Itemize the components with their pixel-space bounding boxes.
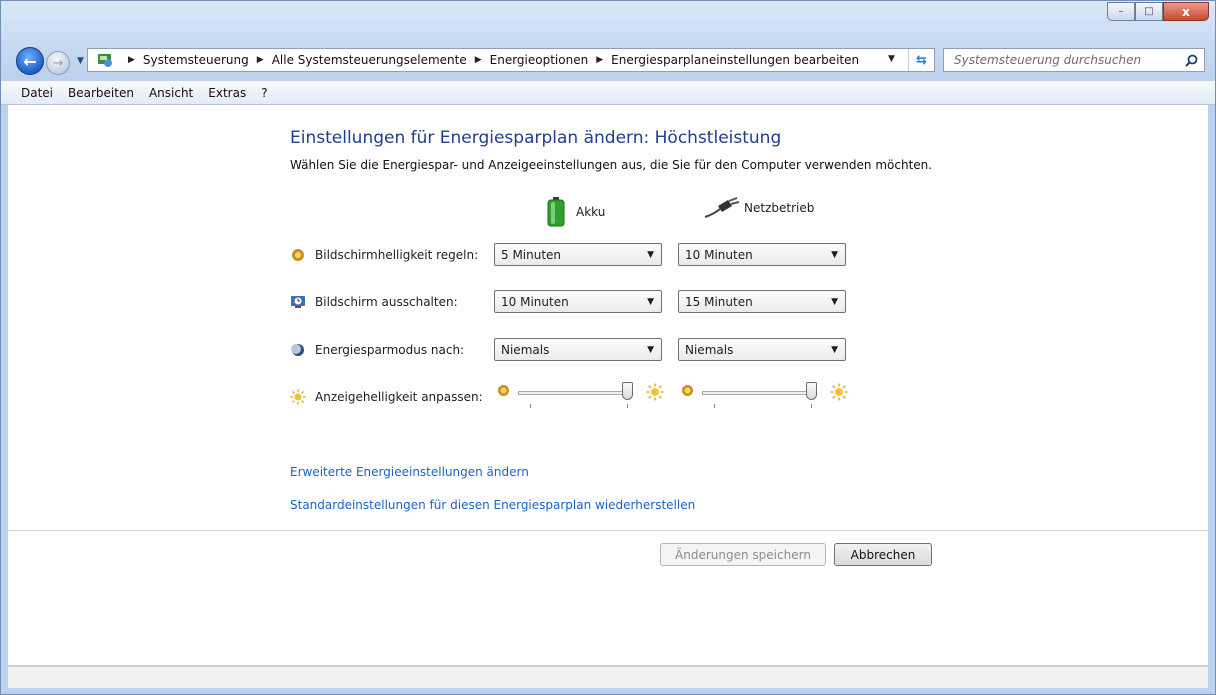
title-bar[interactable]: – □ x <box>1 1 1215 37</box>
divider <box>8 530 1208 531</box>
chevron-down-icon: ▼ <box>647 296 654 307</box>
slider-track[interactable] <box>702 391 814 395</box>
content-area: Einstellungen für Energiesparplan ändern… <box>8 105 1208 665</box>
select-value: 5 Minuten <box>501 247 562 262</box>
menu-datei[interactable]: Datei <box>21 86 53 100</box>
breadcrumb-item-plan-bearbeiten[interactable]: Energiesparplaneinstellungen bearbeiten <box>611 53 859 67</box>
turn-off-display-battery-select[interactable]: 10 Minuten ▼ <box>494 290 662 313</box>
chevron-right-icon: ▶ <box>256 55 264 65</box>
page-subtitle: Wählen Sie die Energiespar- und Anzeigee… <box>290 158 933 172</box>
navigation-bar: ← → ▼ ▶ Systemsteuerung ▶ Alle Systemste… <box>1 43 1215 79</box>
brightness-battery-slider[interactable] <box>498 379 666 409</box>
minimize-button[interactable]: – <box>1107 2 1135 21</box>
page-title: Einstellungen für Energiesparplan ändern… <box>290 128 782 148</box>
sun-icon <box>290 389 306 405</box>
setting-row-sleep: Energiesparmodus nach: <box>290 337 464 363</box>
select-value: Niemals <box>501 342 550 357</box>
slider-tick <box>714 404 715 408</box>
dim-brightness-icon <box>498 385 509 396</box>
sleep-plugged-select[interactable]: Niemals ▼ <box>678 338 846 361</box>
power-plug-icon <box>704 197 740 218</box>
forward-button[interactable]: → <box>46 51 70 75</box>
column-label-battery: Akku <box>576 205 606 219</box>
select-value: 10 Minuten <box>501 294 569 309</box>
breadcrumb-item-energieoptionen[interactable]: Energieoptionen <box>490 53 589 67</box>
slider-thumb[interactable] <box>622 382 633 400</box>
select-value: Niemals <box>685 342 734 357</box>
menu-bearbeiten[interactable]: Bearbeiten <box>68 86 134 100</box>
search-icon[interactable] <box>1185 54 1198 67</box>
recent-pages-dropdown[interactable]: ▼ <box>77 56 84 66</box>
save-changes-button[interactable]: Änderungen speichern <box>660 543 826 566</box>
breadcrumb-item-systemsteuerung[interactable]: Systemsteuerung <box>143 53 249 67</box>
menu-bar: Datei Bearbeiten Ansicht Extras ? <box>1 81 1215 105</box>
chevron-right-icon: ▶ <box>474 55 482 65</box>
chevron-down-icon: ▼ <box>647 344 654 355</box>
dim-display-battery-select[interactable]: 5 Minuten ▼ <box>494 243 662 266</box>
search-box <box>943 48 1205 72</box>
moon-icon <box>290 342 306 358</box>
maximize-button[interactable]: □ <box>1135 2 1163 21</box>
address-bar[interactable]: ▶ Systemsteuerung ▶ Alle Systemsteuerung… <box>87 48 935 72</box>
setting-label: Bildschirm ausschalten: <box>315 295 458 309</box>
menu-ansicht[interactable]: Ansicht <box>149 86 193 100</box>
select-value: 15 Minuten <box>685 294 753 309</box>
breadcrumb: ▶ Systemsteuerung ▶ Alle Systemsteuerung… <box>120 53 859 67</box>
menu-help[interactable]: ? <box>261 86 267 100</box>
turn-off-display-plugged-select[interactable]: 15 Minuten ▼ <box>678 290 846 313</box>
close-button[interactable]: x <box>1163 2 1209 21</box>
brightness-plugged-slider[interactable] <box>682 379 850 409</box>
dim-brightness-icon <box>290 247 306 263</box>
slider-tick <box>530 404 531 408</box>
back-button[interactable]: ← <box>16 47 44 75</box>
sleep-battery-select[interactable]: Niemals ▼ <box>494 338 662 361</box>
cancel-button[interactable]: Abbrechen <box>834 543 932 566</box>
sun-icon <box>830 383 848 401</box>
setting-row-brightness: Anzeigehelligkeit anpassen: <box>290 384 483 410</box>
search-input[interactable] <box>954 53 1174 67</box>
sun-icon <box>646 383 664 401</box>
control-panel-icon <box>94 49 116 71</box>
chevron-down-icon: ▼ <box>831 344 838 355</box>
caption-buttons: – □ x <box>1107 2 1209 21</box>
chevron-down-icon: ▼ <box>647 249 654 260</box>
dim-brightness-icon <box>682 385 693 396</box>
address-dropdown-icon[interactable]: ▼ <box>888 54 895 64</box>
arrow-left-icon: ← <box>23 51 37 71</box>
setting-label: Anzeigehelligkeit anpassen: <box>315 390 483 404</box>
arrow-right-icon: → <box>52 55 64 71</box>
chevron-down-icon: ▼ <box>831 249 838 260</box>
display-clock-icon <box>290 294 306 310</box>
advanced-settings-link[interactable]: Erweiterte Energieeinstellungen ändern <box>290 465 529 479</box>
chevron-right-icon: ▶ <box>596 55 604 65</box>
chevron-right-icon: ▶ <box>128 55 135 65</box>
setting-label: Bildschirmhelligkeit regeln: <box>315 248 479 262</box>
status-bar <box>8 666 1208 688</box>
slider-track[interactable] <box>518 391 630 395</box>
dim-display-plugged-select[interactable]: 10 Minuten ▼ <box>678 243 846 266</box>
refresh-icon: ⇆ <box>916 52 927 68</box>
menu-extras[interactable]: Extras <box>208 86 246 100</box>
column-header-battery: Akku <box>546 197 605 227</box>
setting-row-dim-display: Bildschirmhelligkeit regeln: <box>290 242 478 268</box>
setting-label: Energiesparmodus nach: <box>315 343 465 357</box>
slider-tick <box>811 404 812 408</box>
battery-icon <box>547 197 565 227</box>
column-header-plugged: Netzbetrieb <box>704 197 814 219</box>
slider-tick <box>627 404 628 408</box>
select-value: 10 Minuten <box>685 247 753 262</box>
chevron-down-icon: ▼ <box>831 296 838 307</box>
breadcrumb-item-alle-elemente[interactable]: Alle Systemsteuerungselemente <box>272 53 467 67</box>
column-label-plugged: Netzbetrieb <box>744 201 815 215</box>
refresh-button[interactable]: ⇆ <box>908 49 934 71</box>
setting-row-turn-off-display: Bildschirm ausschalten: <box>290 289 458 315</box>
slider-thumb[interactable] <box>806 382 817 400</box>
restore-defaults-link[interactable]: Standardeinstellungen für diesen Energie… <box>290 498 695 512</box>
